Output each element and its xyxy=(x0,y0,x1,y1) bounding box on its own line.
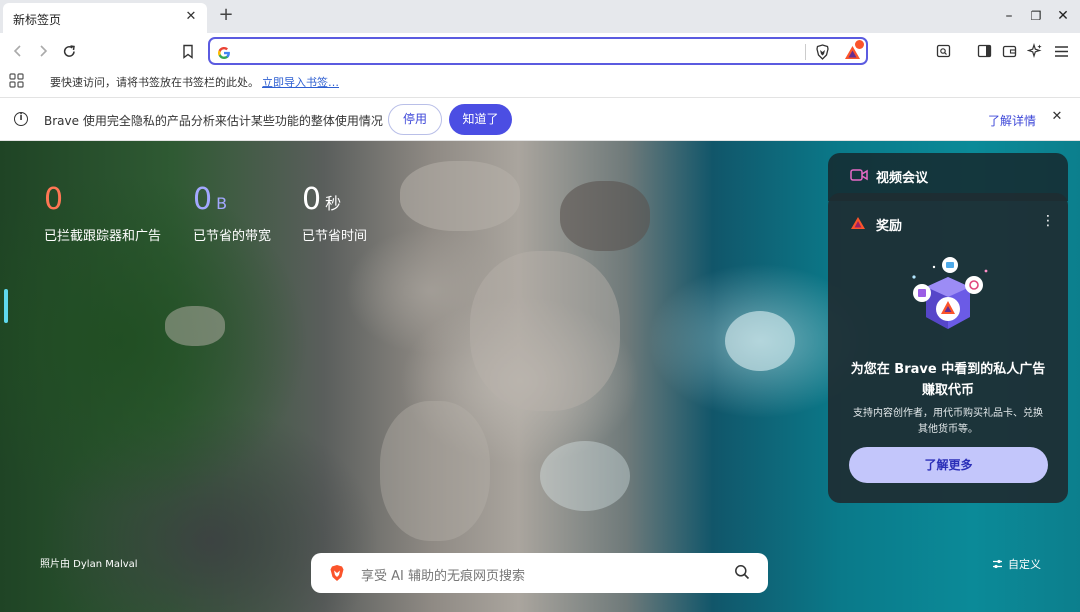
apps-grid-icon[interactable] xyxy=(9,73,25,89)
brave-shields-icon[interactable] xyxy=(812,42,832,62)
leo-ai-icon[interactable] xyxy=(1025,41,1045,61)
rewards-illustration xyxy=(898,257,998,341)
customize-label: 自定义 xyxy=(1008,558,1041,571)
google-icon xyxy=(217,45,231,59)
time-saved-value: 0 xyxy=(302,182,322,217)
address-bar-separator xyxy=(805,44,806,60)
rewards-learn-more-button[interactable]: 了解更多 xyxy=(849,447,1048,483)
infobar-close-button[interactable]: ✕ xyxy=(1049,109,1065,125)
rewards-description: 支持内容创作者，用代币购买礼品卡、兑换 其他货币等。 xyxy=(842,406,1054,438)
rewards-widget-menu-icon[interactable]: ⋮ xyxy=(1040,213,1056,229)
wallet-icon[interactable] xyxy=(999,41,1019,61)
screenshot-icon[interactable] xyxy=(933,41,953,61)
tab-new-tab[interactable]: 新标签页 ✕ xyxy=(3,3,207,33)
tab-title: 新标签页 xyxy=(13,13,62,27)
sidebar-icon[interactable] xyxy=(974,41,994,61)
photo-credit[interactable]: 照片由 Dylan Malval xyxy=(40,555,138,570)
rewards-widget: 奖励 ⋮ 为您在 Brave 中看到的私人广告 赚取代币 支持内容创作者，用代币… xyxy=(828,193,1068,503)
trackers-blocked-value: 0 xyxy=(44,182,64,217)
background-foam xyxy=(540,441,630,511)
learn-more-link[interactable]: 了解详情 xyxy=(988,112,1036,129)
bookmarks-hint: 要快速访问，请将书签放在书签栏的此处。 xyxy=(50,76,259,89)
time-saved-label: 已节省时间 xyxy=(302,229,368,244)
bat-logo-icon xyxy=(850,215,866,231)
trackers-blocked-label: 已拦截跟踪器和广告 xyxy=(44,229,162,244)
window-close-button[interactable]: ✕ xyxy=(1053,6,1073,26)
address-bar[interactable] xyxy=(208,37,868,65)
background-rock xyxy=(560,181,650,251)
background-rock xyxy=(165,306,225,346)
trackers-blocked-stat: 0 xyxy=(44,183,63,217)
rewards-headline: 为您在 Brave 中看到的私人广告 赚取代币 xyxy=(838,359,1058,401)
rewards-notification-badge xyxy=(855,40,864,49)
reload-icon[interactable] xyxy=(59,41,79,61)
video-camera-icon xyxy=(850,167,868,181)
customize-sliders-icon xyxy=(993,559,1002,569)
bandwidth-saved-label: 已节省的带宽 xyxy=(193,229,272,244)
tab-strip: 新标签页 ✕ + – ❐ ✕ xyxy=(0,0,1080,33)
bookmark-icon[interactable] xyxy=(178,41,198,61)
bandwidth-saved-value: 0 xyxy=(193,182,213,217)
disable-button[interactable]: 停用 xyxy=(388,104,442,135)
new-tab-page: 0 已拦截跟踪器和广告 0B 已节省的带宽 0秒 已节省时间 视频会议 奖励 ⋮ xyxy=(0,141,1080,612)
import-bookmarks-link[interactable]: 立即导入书签… xyxy=(262,74,339,90)
new-tab-button[interactable]: + xyxy=(216,6,236,26)
bandwidth-saved-unit: B xyxy=(216,194,228,213)
menu-icon[interactable] xyxy=(1051,41,1071,61)
video-conference-title: 视频会议 xyxy=(876,171,929,186)
search-icon[interactable] xyxy=(734,564,752,582)
got-it-button[interactable]: 知道了 xyxy=(449,104,512,135)
rewards-desc-line1: 支持内容创作者，用代币购买礼品卡、兑换 xyxy=(853,408,1043,419)
ntp-search-box[interactable]: 享受 AI 辅助的无痕网页搜索 xyxy=(311,553,768,593)
rewards-headline-line1: 为您在 Brave 中看到的私人广告 xyxy=(850,362,1046,377)
forward-icon[interactable] xyxy=(33,41,53,61)
time-saved-stat: 0秒 xyxy=(302,183,341,221)
background-foam xyxy=(725,311,795,371)
infobar-message: Brave 使用完全隐私的产品分析来估计某些功能的整体使用情况 xyxy=(44,114,383,128)
back-icon[interactable] xyxy=(8,41,28,61)
rewards-widget-title: 奖励 xyxy=(876,219,903,234)
info-icon: i xyxy=(14,112,28,126)
bandwidth-saved-stat: 0B xyxy=(193,183,227,221)
background-rock xyxy=(380,401,490,541)
tab-close-button[interactable]: ✕ xyxy=(183,9,199,25)
bookmarks-bar: 要快速访问，请将书签放在书签栏的此处。 立即导入书签… xyxy=(0,68,1080,96)
search-input[interactable]: 享受 AI 辅助的无痕网页搜索 xyxy=(361,565,525,584)
brave-logo-icon xyxy=(329,564,345,582)
analytics-infobar: i Brave 使用完全隐私的产品分析来估计某些功能的整体使用情况 停用 知道了… xyxy=(0,97,1080,141)
background-rock xyxy=(470,251,620,411)
left-edge-marker xyxy=(4,289,8,323)
rewards-headline-line2: 赚取代币 xyxy=(921,383,974,398)
toolbar xyxy=(0,33,1080,68)
minimize-button[interactable]: – xyxy=(999,6,1019,26)
time-saved-unit: 秒 xyxy=(325,194,342,213)
restore-button[interactable]: ❐ xyxy=(1026,6,1046,26)
background-rock xyxy=(400,161,520,231)
customize-button[interactable]: 自定义 xyxy=(992,556,1041,572)
rewards-desc-line2: 其他货币等。 xyxy=(918,424,978,435)
brave-rewards-icon[interactable] xyxy=(842,40,864,62)
